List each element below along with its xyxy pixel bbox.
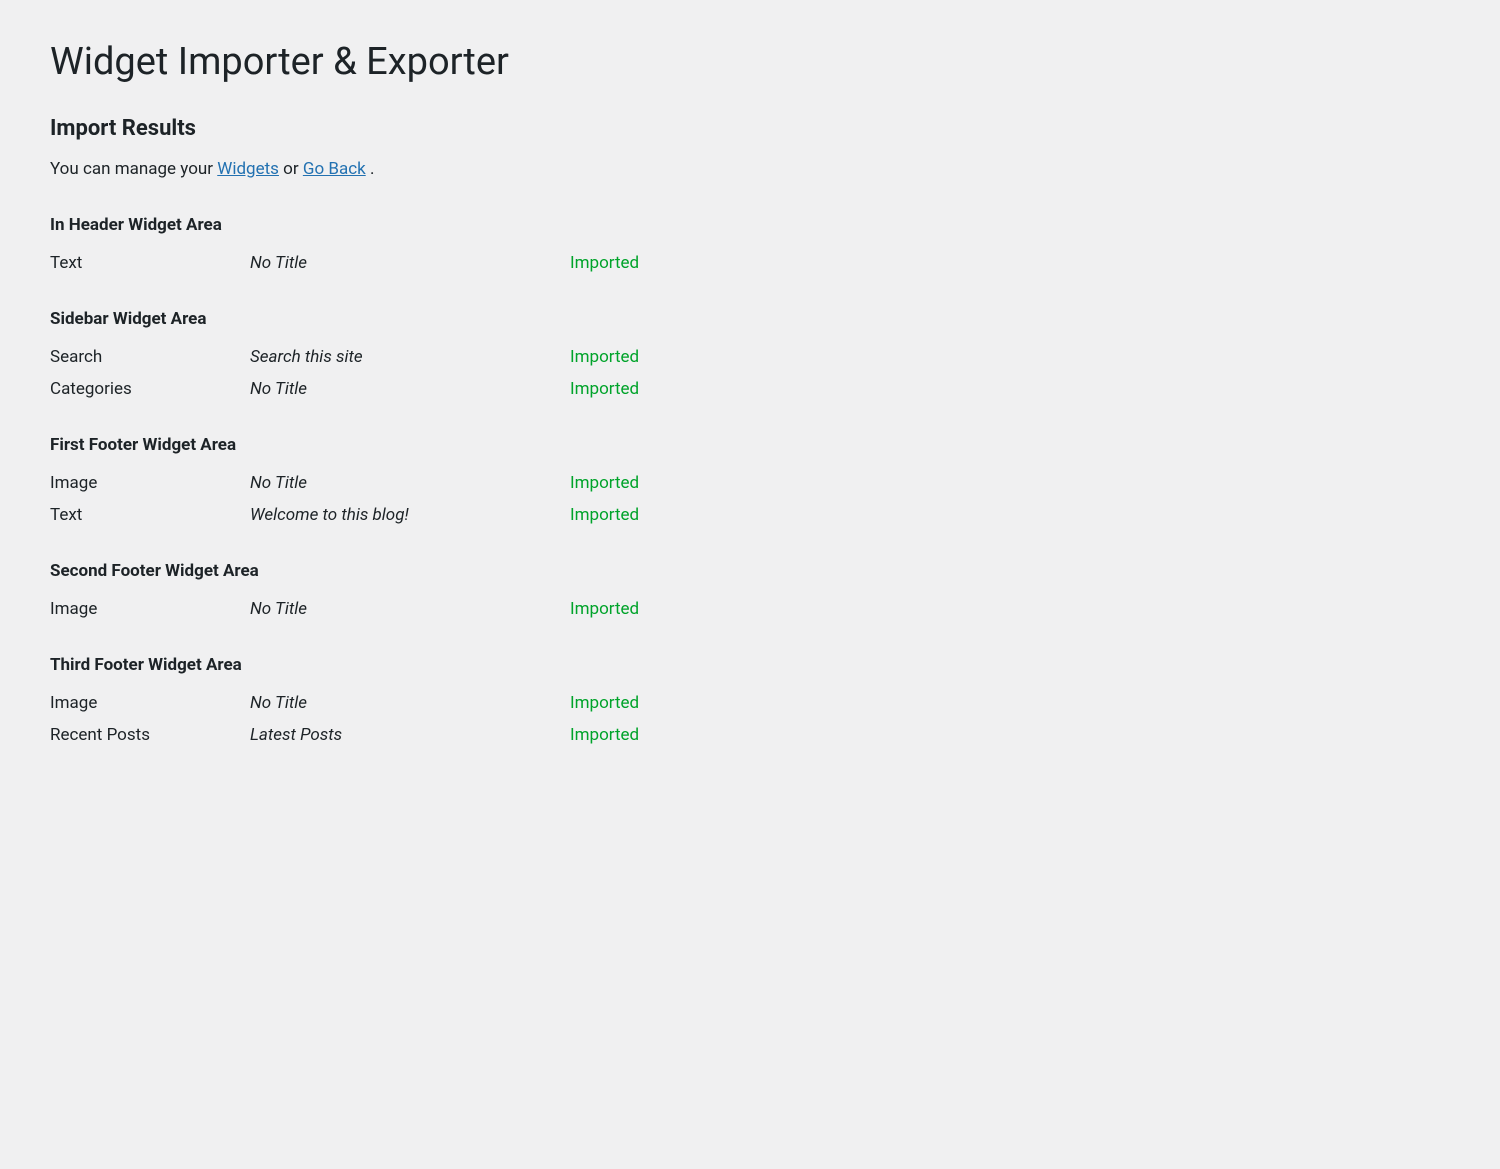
widget-status-0-0: Imported <box>570 253 639 273</box>
intro-suffix: . <box>370 159 374 179</box>
widget-status-3-0: Imported <box>570 599 639 619</box>
widget-status-4-1: Imported <box>570 725 639 745</box>
page-title: Widget Importer & Exporter <box>50 40 1450 84</box>
intro-middle: or <box>283 159 303 179</box>
widget-row-1-1: CategoriesNo TitleImported <box>50 373 1450 405</box>
widget-area-title-4: Third Footer Widget Area <box>50 655 1450 675</box>
widget-type-4-0: Image <box>50 693 250 713</box>
widget-title-4-0: No Title <box>250 693 570 713</box>
widget-row-3-0: ImageNo TitleImported <box>50 593 1450 625</box>
widget-row-2-0: ImageNo TitleImported <box>50 467 1450 499</box>
widgets-link[interactable]: Widgets <box>217 159 279 179</box>
widget-row-4-0: ImageNo TitleImported <box>50 687 1450 719</box>
widget-area-1: Sidebar Widget Area SearchSearch this sit… <box>50 309 1450 405</box>
widget-title-1-1: No Title <box>250 379 570 399</box>
widget-areas-container: In Header Widget AreaTextNo TitleImporte… <box>50 215 1450 751</box>
widget-row-0-0: TextNo TitleImported <box>50 247 1450 279</box>
go-back-link[interactable]: Go Back <box>303 159 366 179</box>
widget-type-3-0: Image <box>50 599 250 619</box>
widget-status-2-1: Imported <box>570 505 639 525</box>
widget-row-1-0: SearchSearch this siteImported <box>50 341 1450 373</box>
widget-area-4: Third Footer Widget Area ImageNo TitleImp… <box>50 655 1450 751</box>
widget-type-1-1: Categories <box>50 379 250 399</box>
widget-title-4-1: Latest Posts <box>250 725 570 745</box>
widget-title-2-0: No Title <box>250 473 570 493</box>
widget-type-2-1: Text <box>50 505 250 525</box>
widget-area-title-2: First Footer Widget Area <box>50 435 1450 455</box>
widget-title-1-0: Search this site <box>250 347 570 367</box>
widget-area-title-3: Second Footer Widget Area <box>50 561 1450 581</box>
widget-title-0-0: No Title <box>250 253 570 273</box>
widget-type-2-0: Image <box>50 473 250 493</box>
import-results-heading: Import Results <box>50 116 1450 141</box>
widget-type-0-0: Text <box>50 253 250 273</box>
widget-type-4-1: Recent Posts <box>50 725 250 745</box>
widget-row-4-1: Recent PostsLatest PostsImported <box>50 719 1450 751</box>
widget-area-0: In Header Widget Area TextNo TitleImporte… <box>50 215 1450 279</box>
widget-row-2-1: TextWelcome to this blog!Imported <box>50 499 1450 531</box>
widget-status-1-0: Imported <box>570 347 639 367</box>
widget-status-4-0: Imported <box>570 693 639 713</box>
widget-area-title-1: Sidebar Widget Area <box>50 309 1450 329</box>
widget-area-2: First Footer Widget Area ImageNo TitleImp… <box>50 435 1450 531</box>
widget-area-3: Second Footer Widget Area ImageNo TitleIm… <box>50 561 1450 625</box>
widget-title-2-1: Welcome to this blog! <box>250 505 570 525</box>
widget-area-title-0: In Header Widget Area <box>50 215 1450 235</box>
widget-title-3-0: No Title <box>250 599 570 619</box>
widget-status-2-0: Imported <box>570 473 639 493</box>
intro-paragraph: You can manage your Widgets or Go Back . <box>50 159 1450 179</box>
widget-type-1-0: Search <box>50 347 250 367</box>
intro-prefix: You can manage your <box>50 159 217 179</box>
widget-status-1-1: Imported <box>570 379 639 399</box>
